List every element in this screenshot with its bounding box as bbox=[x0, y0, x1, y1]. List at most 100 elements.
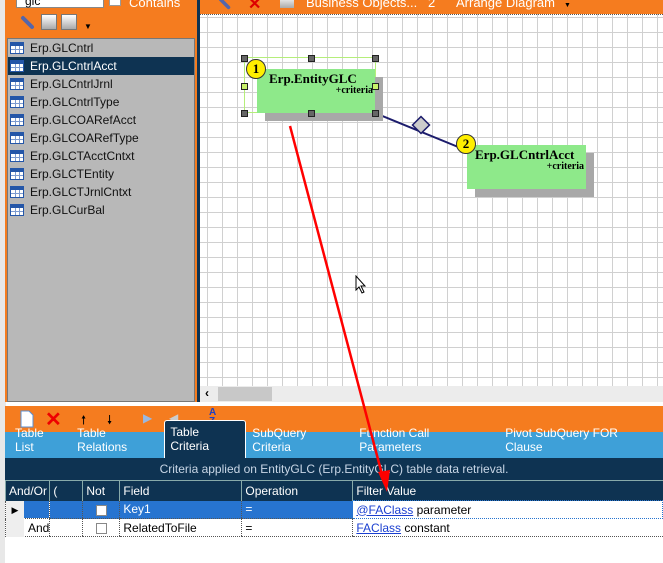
filter-value-kind: constant bbox=[404, 520, 450, 535]
andor-cell[interactable]: ▶ bbox=[4, 500, 50, 519]
table-name: Erp.GLCntrlType bbox=[30, 95, 120, 109]
relation-diamond bbox=[411, 115, 431, 135]
filter-value-link[interactable]: @FAClass bbox=[356, 503, 413, 517]
mouse-cursor-icon bbox=[355, 275, 367, 294]
operation-cell[interactable]: = bbox=[241, 500, 353, 519]
entity-box-glcntrlacct[interactable]: Erp.GLCntrlAcct +criteria bbox=[467, 145, 586, 189]
criteria-row[interactable]: And RelatedToFile = FAClass constant bbox=[4, 518, 663, 537]
business-objects-button[interactable]: Business Objects... bbox=[306, 0, 417, 10]
table-icon bbox=[10, 204, 24, 216]
entity-tag: +criteria bbox=[335, 85, 373, 96]
table-list-item[interactable]: Erp.GLCTAcctCntxt bbox=[8, 147, 194, 165]
column-header[interactable]: And/Or bbox=[4, 480, 50, 501]
resize-handle[interactable] bbox=[372, 110, 379, 117]
count-label: 2 bbox=[428, 0, 436, 10]
link-icon[interactable] bbox=[20, 14, 36, 30]
table-icon bbox=[10, 42, 24, 54]
operation-cell[interactable]: = bbox=[241, 518, 353, 537]
tab-bar: Table List Table Relations Table Criteria S… bbox=[5, 420, 663, 458]
search-input[interactable]: glc bbox=[16, 0, 104, 8]
entity-box-entityglc[interactable]: Erp.EntityGLC +criteria bbox=[257, 69, 375, 113]
table-list: Erp.GLCntrl Erp.GLCntrlAcct Erp.GLCntrlJrn… bbox=[7, 38, 195, 402]
link-icon[interactable] bbox=[218, 0, 232, 10]
tab-table-relations[interactable]: Table Relations bbox=[71, 426, 164, 458]
row-indicator-icon bbox=[6, 519, 24, 537]
tab-function-call-parameters[interactable]: Function Call Parameters bbox=[353, 426, 499, 458]
table-list-item[interactable]: Erp.GLCTEntity bbox=[8, 165, 194, 183]
andor-cell[interactable]: And bbox=[4, 518, 50, 537]
contains-checkbox[interactable] bbox=[109, 0, 121, 6]
not-checkbox[interactable] bbox=[96, 504, 108, 516]
resize-handle[interactable] bbox=[308, 55, 315, 62]
table-name: Erp.GLCntrlAcct bbox=[30, 59, 117, 73]
entity-tag: +criteria bbox=[546, 161, 584, 172]
diagram-toolbar: ✕ Business Objects... 2 Arrange Diagram … bbox=[200, 0, 663, 14]
resize-handle[interactable] bbox=[372, 83, 379, 90]
tab-pivot-subquery-for-clause[interactable]: Pivot SubQuery FOR Clause bbox=[499, 426, 663, 458]
table-name: Erp.GLCOARefType bbox=[30, 131, 139, 145]
table-list-item[interactable]: Erp.GLCntrl bbox=[8, 39, 194, 57]
resize-handle[interactable] bbox=[241, 55, 248, 62]
grid-caption: Criteria applied on EntityGLC (Erp.Entit… bbox=[5, 458, 663, 480]
contains-label: Contains bbox=[129, 0, 181, 10]
column-header[interactable]: Filter Value bbox=[352, 480, 663, 501]
table-name: Erp.GLCntrl bbox=[30, 41, 94, 55]
resize-handle[interactable] bbox=[241, 83, 248, 90]
delete-icon[interactable]: ✕ bbox=[248, 0, 261, 14]
chevron-down-icon[interactable]: ▼ bbox=[84, 22, 92, 31]
entity-number-badge: 1 bbox=[246, 59, 266, 79]
table-icon bbox=[10, 114, 24, 126]
indent-icon[interactable]: ▶ bbox=[143, 411, 152, 425]
paren-cell[interactable] bbox=[49, 500, 83, 519]
table-icon bbox=[10, 150, 24, 162]
table-icon bbox=[10, 132, 24, 144]
andor-value: And bbox=[28, 520, 50, 535]
arrange-diagram-button[interactable]: Arrange Diagram bbox=[456, 0, 555, 10]
resize-handle[interactable] bbox=[241, 110, 248, 117]
filter-value-cell[interactable]: FAClass constant bbox=[352, 518, 663, 537]
column-header[interactable]: ( bbox=[49, 480, 83, 501]
table-list-item[interactable]: Erp.GLCTJrnlCntxt bbox=[8, 183, 194, 201]
square-icon[interactable] bbox=[280, 0, 294, 8]
tab-table-criteria[interactable]: Table Criteria bbox=[164, 420, 247, 458]
paren-cell[interactable] bbox=[49, 518, 83, 537]
table-name: Erp.GLCOARefAcct bbox=[30, 113, 137, 127]
table-list-item[interactable]: Erp.GLCntrlJrnl bbox=[8, 75, 194, 93]
filter-value-link[interactable]: FAClass bbox=[356, 521, 401, 535]
table-list-item[interactable]: Erp.GLCurBal bbox=[8, 201, 194, 219]
table-list-item[interactable]: Erp.GLCntrlAcct bbox=[8, 57, 194, 75]
not-checkbox[interactable] bbox=[96, 522, 108, 534]
diagram-canvas[interactable]: Erp.EntityGLC +criteria 1 Erp.GLCntrlAcc… bbox=[200, 14, 663, 386]
criteria-row[interactable]: ▶ Key1 = @FAClass parameter bbox=[4, 500, 663, 519]
tab-subquery-criteria[interactable]: SubQuery Criteria bbox=[246, 426, 353, 458]
column-header[interactable]: Operation bbox=[241, 480, 353, 501]
square-dropdown-button[interactable] bbox=[61, 14, 77, 30]
resize-handle[interactable] bbox=[308, 110, 315, 117]
tab-table-list[interactable]: Table List bbox=[9, 426, 71, 458]
row-indicator-icon: ▶ bbox=[6, 500, 24, 519]
not-cell[interactable] bbox=[82, 500, 120, 519]
table-icon bbox=[10, 96, 24, 108]
table-list-item[interactable]: Erp.GLCOARefType bbox=[8, 129, 194, 147]
table-name: Erp.GLCTJrnlCntxt bbox=[30, 185, 132, 199]
table-list-item[interactable]: Erp.GLCntrlType bbox=[8, 93, 194, 111]
entity-number-badge: 2 bbox=[456, 134, 476, 154]
column-header[interactable]: Field bbox=[119, 480, 242, 501]
table-icon bbox=[10, 60, 24, 72]
field-cell[interactable]: Key1 bbox=[119, 500, 242, 519]
square-button[interactable] bbox=[41, 14, 57, 30]
horizontal-scrollbar[interactable]: ‹ bbox=[200, 386, 663, 402]
scrollbar-thumb[interactable] bbox=[218, 387, 272, 401]
scroll-left-icon[interactable]: ‹ bbox=[205, 386, 209, 400]
chevron-down-icon[interactable]: ▼ bbox=[564, 2, 571, 9]
resize-handle[interactable] bbox=[372, 55, 379, 62]
field-cell[interactable]: RelatedToFile bbox=[119, 518, 242, 537]
column-header[interactable]: Not bbox=[82, 480, 120, 501]
table-icon bbox=[10, 186, 24, 198]
table-icon bbox=[10, 168, 24, 180]
table-name: Erp.GLCntrlJrnl bbox=[30, 77, 113, 91]
filter-value-cell[interactable]: @FAClass parameter bbox=[352, 500, 663, 519]
table-list-item[interactable]: Erp.GLCOARefAcct bbox=[8, 111, 194, 129]
table-name: Erp.GLCTEntity bbox=[30, 167, 115, 181]
not-cell[interactable] bbox=[82, 518, 120, 537]
